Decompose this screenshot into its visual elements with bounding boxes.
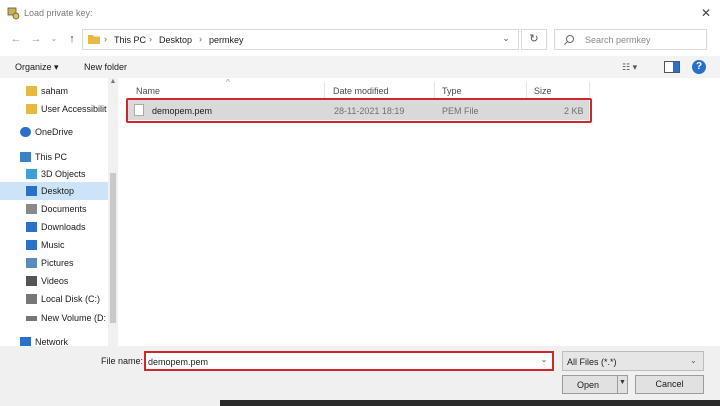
- recent-locations-chevron-icon[interactable]: ⌄: [48, 31, 60, 47]
- computer-icon: [20, 152, 31, 162]
- change-view-icon[interactable]: ☷ ▾: [622, 62, 650, 73]
- putty-key-icon: [7, 7, 20, 20]
- video-icon: [26, 276, 37, 286]
- breadcrumb-separator[interactable]: ›: [199, 34, 202, 44]
- highlight-outline: [126, 98, 592, 123]
- sidebar-item-label: New Volume (D:: [41, 313, 107, 323]
- search-box[interactable]: Search permkey: [554, 29, 707, 50]
- close-icon[interactable]: ✕: [697, 4, 715, 22]
- file-name-input[interactable]: [148, 354, 528, 369]
- sidebar-item-label: Pictures: [41, 258, 74, 268]
- sidebar-item-label: saham: [41, 86, 69, 96]
- chevron-down-icon[interactable]: ⌄: [538, 355, 550, 364]
- folder-icon: [26, 86, 37, 96]
- column-header-date[interactable]: Date modified: [333, 86, 389, 96]
- chevron-down-icon[interactable]: ⌄: [690, 356, 697, 365]
- sidebar-item-label: Network: [35, 337, 69, 346]
- refresh-icon[interactable]: ↻: [521, 29, 547, 50]
- cancel-button[interactable]: Cancel: [635, 375, 704, 394]
- search-placeholder: Search permkey: [585, 35, 651, 45]
- sidebar-item-saham[interactable]: saham: [0, 82, 108, 100]
- column-divider[interactable]: [324, 82, 325, 98]
- column-divider[interactable]: [526, 82, 527, 98]
- download-icon: [26, 222, 37, 232]
- drive-icon: [26, 316, 37, 321]
- sidebar-item-label: This PC: [35, 152, 68, 162]
- document-icon: [26, 204, 37, 214]
- navigation-pane: saham User Accessibilit OneDrive This PC 3D …: [0, 78, 120, 346]
- sidebar-item-label: 3D Objects: [41, 169, 86, 179]
- search-icon: [564, 35, 574, 45]
- up-arrow-icon[interactable]: ↑: [64, 31, 80, 47]
- sidebar-item-3d-objects[interactable]: 3D Objects: [0, 165, 108, 183]
- sidebar-item-new-volume-d[interactable]: New Volume (D:: [0, 309, 108, 327]
- file-name-label: File name:: [101, 356, 144, 366]
- preview-pane-icon[interactable]: [664, 61, 680, 73]
- folder-icon: [26, 104, 37, 114]
- sidebar-item-label: Documents: [41, 204, 87, 214]
- open-button[interactable]: Open ▼: [562, 375, 628, 394]
- help-icon[interactable]: ?: [692, 60, 706, 74]
- sidebar-item-user-accessibilit[interactable]: User Accessibilit: [0, 100, 108, 118]
- breadcrumb-separator[interactable]: ›: [149, 34, 152, 44]
- sidebar-item-network[interactable]: Network: [0, 333, 108, 346]
- desktop-icon: [26, 186, 37, 196]
- folder-icon: [88, 35, 100, 44]
- split-divider: [617, 376, 618, 393]
- chevron-down-icon[interactable]: ⌄: [499, 33, 513, 44]
- sort-ascending-icon: ^: [226, 78, 230, 87]
- sidebar-item-label: Downloads: [41, 222, 86, 232]
- sidebar-item-local-disk-c[interactable]: Local Disk (C:): [0, 290, 108, 308]
- file-list: ^ Name Date modified Type Size demopem.p…: [120, 78, 720, 346]
- sidebar-item-desktop[interactable]: Desktop: [0, 182, 108, 200]
- column-header-size[interactable]: Size: [534, 86, 552, 96]
- breadcrumb-separator: ›: [104, 34, 107, 44]
- music-icon: [26, 240, 37, 250]
- organize-button[interactable]: Organize ▾: [15, 62, 59, 73]
- file-type-value: All Files (*.*): [567, 357, 617, 367]
- sidebar-item-pictures[interactable]: Pictures: [0, 254, 108, 272]
- sidebar-item-music[interactable]: Music: [0, 236, 108, 254]
- back-arrow-icon[interactable]: ←: [8, 31, 24, 47]
- file-type-select[interactable]: All Files (*.*) ⌄: [562, 351, 704, 371]
- open-dropdown-arrow-icon[interactable]: ▼: [619, 379, 626, 386]
- cloud-icon: [20, 127, 31, 137]
- column-divider[interactable]: [589, 82, 590, 98]
- sidebar-item-label: User Accessibilit: [41, 104, 107, 114]
- bottom-panel: File name: ⌄ All Files (*.*) ⌄ Open ▼ Ca…: [0, 346, 720, 406]
- sidebar-item-documents[interactable]: Documents: [0, 200, 108, 218]
- breadcrumb-desktop[interactable]: Desktop: [159, 35, 192, 45]
- column-header-type[interactable]: Type: [442, 86, 462, 96]
- column-header-name[interactable]: Name: [136, 86, 160, 96]
- sidebar-item-videos[interactable]: Videos: [0, 272, 108, 290]
- scroll-thumb[interactable]: [110, 173, 116, 323]
- background-strip: [220, 400, 720, 406]
- open-button-label: Open: [577, 380, 600, 390]
- sidebar-item-label: Desktop: [41, 186, 75, 196]
- address-bar[interactable]: › This PC › Desktop › permkey ⌄: [82, 29, 519, 50]
- navigation-scrollbar[interactable]: ▲: [108, 78, 118, 346]
- sidebar-item-downloads[interactable]: Downloads: [0, 218, 108, 236]
- sidebar-item-label: Local Disk (C:): [41, 294, 101, 304]
- scroll-up-arrow-icon[interactable]: ▲: [108, 78, 118, 88]
- window-title: Load private key:: [24, 8, 93, 18]
- sidebar-item-onedrive[interactable]: OneDrive: [0, 123, 108, 141]
- file-name-combobox[interactable]: ⌄: [144, 351, 554, 371]
- command-toolbar: Organize ▾ New folder ☷ ▾ ?: [0, 56, 720, 78]
- breadcrumb-permkey[interactable]: permkey: [209, 35, 244, 45]
- network-icon: [20, 337, 31, 346]
- forward-arrow-icon[interactable]: →: [28, 31, 44, 47]
- picture-icon: [26, 258, 37, 268]
- cube-icon: [26, 169, 37, 179]
- sidebar-item-label: Videos: [41, 276, 69, 286]
- sidebar-item-label: OneDrive: [35, 127, 74, 137]
- new-folder-button[interactable]: New folder: [84, 62, 127, 72]
- disk-icon: [26, 294, 37, 304]
- title-bar: Load private key: ✕: [0, 0, 720, 26]
- sidebar-item-this-pc[interactable]: This PC: [0, 148, 108, 166]
- column-divider[interactable]: [434, 82, 435, 98]
- breadcrumb-this-pc[interactable]: This PC: [114, 35, 146, 45]
- sidebar-item-label: Music: [41, 240, 65, 250]
